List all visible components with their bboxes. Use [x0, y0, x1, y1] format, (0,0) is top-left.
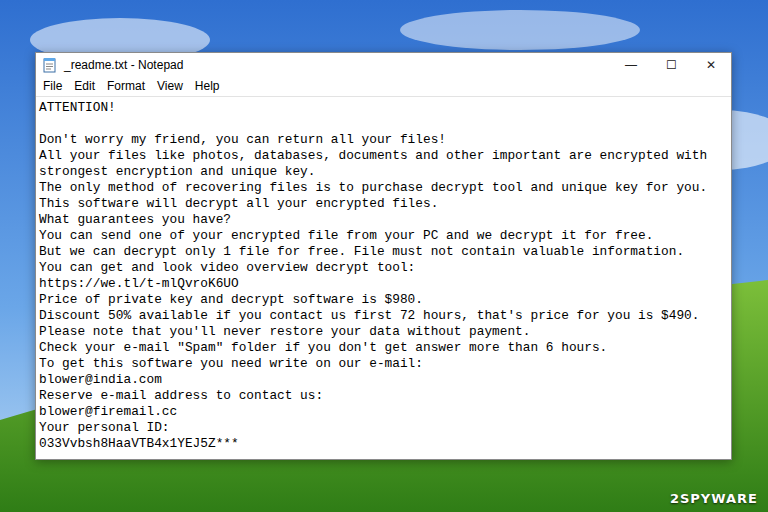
title-bar[interactable]: _readme.txt - Notepad—☐✕ — [36, 53, 731, 77]
text-line: The only method of recovering files is t… — [39, 180, 728, 196]
text-line: https://we.tl/t-mlQvroK6UO — [39, 276, 728, 292]
notepad-window[interactable]: _readme.txt - Notepad—☐✕FileEditFormatVi… — [35, 52, 732, 460]
text-line: You can send one of your encrypted file … — [39, 228, 728, 244]
text-area[interactable]: ATTENTION! Don't worry my friend, you can… — [36, 97, 731, 459]
menu-item[interactable]: File — [38, 78, 67, 94]
notepad-icon — [42, 57, 58, 73]
menu-bar: FileEditFormatViewHelp — [36, 77, 731, 97]
window-controls: —☐✕ — [611, 53, 731, 77]
text-line: Price of private key and decrypt softwar… — [39, 292, 728, 308]
text-line: Reserve e-mail address to contact us: — [39, 388, 728, 404]
text-line: This software will decrypt all your encr… — [39, 196, 728, 212]
text-line: strongest encryption and unique key. — [39, 164, 728, 180]
text-line: What guarantees you have? — [39, 212, 728, 228]
text-line: Don't worry my friend, you can return al… — [39, 132, 728, 148]
text-line: Your personal ID: — [39, 420, 728, 436]
desktop: _readme.txt - Notepad—☐✕FileEditFormatVi… — [0, 0, 768, 512]
text-line: To get this software you need write on o… — [39, 356, 728, 372]
text-line: You can get and look video overview decr… — [39, 260, 728, 276]
menu-item[interactable]: Help — [190, 78, 225, 94]
menu-item[interactable]: Edit — [69, 78, 100, 94]
maximize-button[interactable]: ☐ — [651, 53, 691, 77]
window-title: _readme.txt - Notepad — [64, 58, 611, 72]
text-line: Please note that you'll never restore yo… — [39, 324, 728, 340]
text-line: blower@firemail.cc — [39, 404, 728, 420]
text-line: Check your e-mail "Spam" folder if you d… — [39, 340, 728, 356]
menu-item[interactable]: Format — [102, 78, 150, 94]
menu-item[interactable]: View — [152, 78, 188, 94]
watermark: 2SPYWARE — [670, 491, 758, 506]
text-line: But we can decrypt only 1 file for free.… — [39, 244, 728, 260]
minimize-button[interactable]: — — [611, 53, 651, 77]
text-line: ATTENTION! — [39, 100, 728, 116]
close-button[interactable]: ✕ — [691, 53, 731, 77]
text-line: All your files like photos, databases, d… — [39, 148, 728, 164]
text-line: 033Vvbsh8HaaVTB4x1YEJ5Z*** — [39, 436, 728, 452]
text-line: blower@india.com — [39, 372, 728, 388]
text-line: Discount 50% available if you contact us… — [39, 308, 728, 324]
